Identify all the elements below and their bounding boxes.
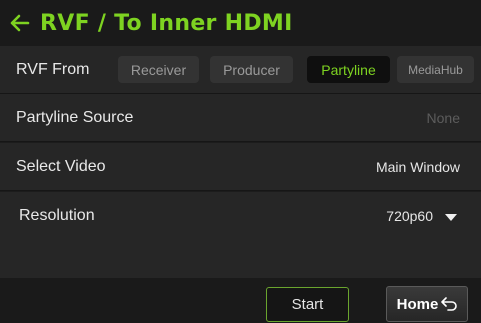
header-bar: RVF / To Inner HDMI bbox=[0, 0, 481, 46]
resolution-row[interactable]: Resolution 720p60 bbox=[0, 192, 481, 240]
rvf-from-option-producer[interactable]: Producer bbox=[210, 56, 293, 83]
home-button[interactable]: Home bbox=[386, 286, 468, 322]
partyline-source-value: None bbox=[426, 109, 460, 126]
back-arrow-icon bbox=[10, 14, 30, 32]
resolution-label: Resolution bbox=[19, 207, 95, 224]
back-button[interactable] bbox=[0, 0, 40, 46]
chevron-down-icon bbox=[445, 213, 457, 221]
start-button[interactable]: Start bbox=[266, 287, 349, 322]
select-video-row[interactable]: Select Video Main Window bbox=[0, 143, 481, 191]
rvf-from-option-mediahub[interactable]: MediaHub bbox=[397, 56, 474, 83]
select-video-value: Main Window bbox=[375, 158, 460, 175]
resolution-dropdown[interactable]: 720p60 bbox=[386, 208, 481, 224]
resolution-value: 720p60 bbox=[386, 208, 433, 224]
partyline-source-label: Partyline Source bbox=[16, 108, 134, 126]
home-button-label: Home bbox=[396, 295, 439, 313]
rvf-from-label: RVF From bbox=[16, 60, 90, 78]
content-filler bbox=[0, 240, 481, 278]
select-video-label: Select Video bbox=[16, 157, 106, 175]
page-title: RVF / To Inner HDMI bbox=[40, 10, 293, 36]
return-arrow-icon bbox=[441, 297, 458, 311]
partyline-source-row[interactable]: Partyline Source None bbox=[0, 94, 481, 142]
rvf-from-option-receiver[interactable]: Receiver bbox=[118, 56, 199, 83]
rvf-from-option-partyline[interactable]: Partyline bbox=[307, 56, 390, 83]
